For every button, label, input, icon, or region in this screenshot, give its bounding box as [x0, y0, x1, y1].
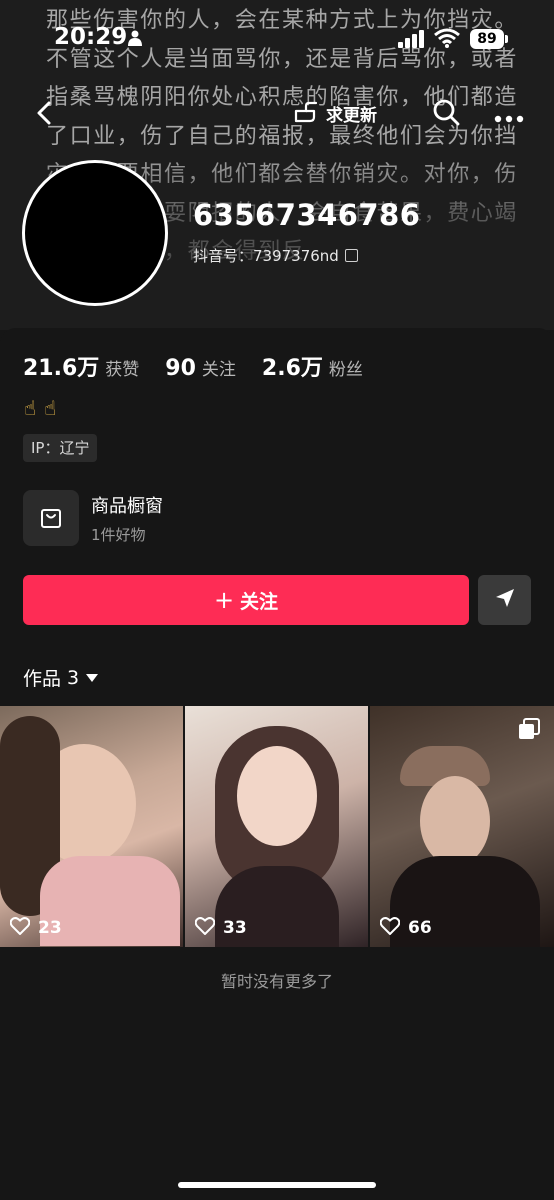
- send-message-button[interactable]: [478, 575, 531, 625]
- wifi-icon: [434, 28, 460, 52]
- avatar[interactable]: [22, 160, 168, 306]
- heart-icon: [379, 917, 401, 939]
- video-thumbnail[interactable]: 33: [185, 706, 368, 947]
- stat-followers-value: 2.6万: [261, 356, 323, 381]
- video-likes: 66: [379, 917, 432, 939]
- stat-followers[interactable]: 2.6万 粉丝: [262, 350, 363, 382]
- home-indicator[interactable]: [178, 1182, 376, 1188]
- stat-likes[interactable]: 21.6万 获赞: [23, 350, 139, 382]
- signal-icon: [398, 30, 426, 52]
- works-label: 作品: [23, 668, 62, 690]
- battery-indicator: 89: [470, 29, 504, 49]
- request-update-button[interactable]: 求更新: [292, 96, 377, 130]
- search-icon[interactable]: [432, 98, 460, 130]
- end-of-list-text: 暂时没有更多了: [220, 972, 333, 991]
- heart-icon: [194, 917, 216, 939]
- pointing-hand-icon: [292, 97, 320, 129]
- stat-following[interactable]: 90 关注: [165, 355, 236, 381]
- username: 63567346786: [193, 198, 421, 232]
- stat-likes-value: 21.6万: [23, 356, 100, 381]
- request-update-label: 求更新: [326, 105, 377, 126]
- video-thumbnail[interactable]: 66: [370, 706, 554, 947]
- multi-image-icon: [518, 718, 540, 744]
- like-count: 23: [38, 918, 62, 938]
- stat-likes-label: 获赞: [105, 360, 140, 380]
- stat-followers-label: 粉丝: [328, 360, 363, 380]
- douyin-id: 抖音号：7397376nd: [193, 247, 339, 265]
- video-likes: 23: [9, 917, 62, 939]
- heart-icon: [9, 917, 31, 939]
- shop-title: 商品橱窗: [91, 495, 163, 517]
- shop-window-entry[interactable]: 商品橱窗 1件好物: [23, 490, 163, 546]
- thumbnail-face-shape: [237, 746, 317, 846]
- like-count: 66: [408, 918, 432, 938]
- copy-icon[interactable]: [344, 249, 358, 262]
- status-bar: 20:29 89: [0, 24, 554, 58]
- bio-emoji: ☝☝: [24, 396, 65, 420]
- send-icon: [494, 587, 516, 613]
- stats-row: 21.6万 获赞 90 关注 2.6万 粉丝: [23, 350, 389, 382]
- shopping-bag-icon: [23, 490, 79, 546]
- status-time: 20:29: [54, 24, 128, 50]
- douyin-id-row[interactable]: 抖音号：7397376nd: [193, 245, 358, 266]
- thumbnail-face-shape: [420, 776, 490, 866]
- ip-location-badge: IP：辽宁: [23, 434, 98, 462]
- works-count: 3: [67, 666, 80, 689]
- video-thumbnail[interactable]: 23: [0, 706, 183, 947]
- shop-subtitle: 1件好物: [91, 525, 146, 544]
- stat-following-label: 关注: [201, 360, 236, 380]
- follow-button[interactable]: + 关注: [23, 575, 469, 625]
- chevron-down-icon: [85, 668, 99, 687]
- more-options-icon[interactable]: [494, 108, 524, 127]
- stat-following-value: 90: [165, 356, 196, 381]
- plus-icon: +: [213, 586, 235, 614]
- battery-tip: [505, 35, 508, 43]
- follow-label: 关注: [240, 590, 279, 613]
- like-count: 33: [223, 918, 247, 938]
- person-icon: [128, 30, 142, 50]
- back-arrow-icon[interactable]: [28, 96, 62, 130]
- video-grid: 23 33 66: [0, 706, 554, 947]
- video-likes: 33: [194, 917, 247, 939]
- tab-works[interactable]: 作品 3: [23, 664, 99, 691]
